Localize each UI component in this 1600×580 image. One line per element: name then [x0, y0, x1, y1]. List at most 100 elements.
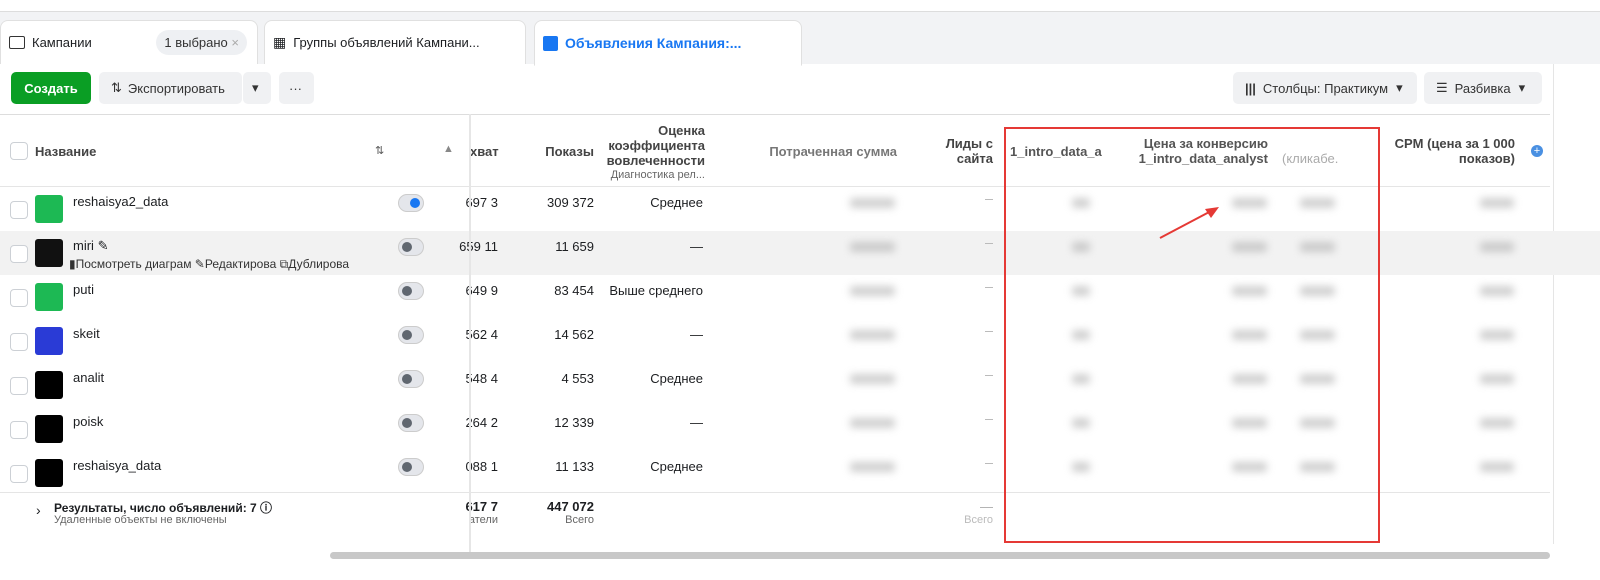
- column-leads[interactable]: Лиды с сайта: [930, 136, 993, 166]
- duplicate-icon: ⧉: [279, 257, 289, 271]
- column-name[interactable]: Название: [35, 144, 96, 159]
- highlight-box: [1004, 127, 1380, 543]
- results-note: Удаленные объекты не включены: [54, 514, 227, 526]
- ad-thumbnail: [35, 195, 63, 223]
- tab-ads[interactable]: Объявления Кампания:...: [534, 20, 802, 66]
- row-checkbox[interactable]: [10, 333, 28, 351]
- ad-thumbnail: [35, 415, 63, 443]
- chart-icon: ▮: [69, 257, 76, 271]
- more-button[interactable]: ···: [279, 72, 314, 104]
- ad-name[interactable]: poisk: [73, 414, 103, 429]
- warning-icon: ▲: [443, 143, 454, 155]
- create-button[interactable]: Создать: [11, 72, 91, 104]
- arrow-annotation: [1159, 207, 1219, 239]
- blurred-cpm: [1480, 462, 1514, 472]
- add-column-icon[interactable]: +: [1531, 145, 1543, 157]
- row-actions: ▮Посмотреть диаграм ✎Редактирова ⧉Дублир…: [69, 257, 379, 272]
- leads-dash: [985, 375, 993, 376]
- close-icon: ×: [231, 35, 239, 50]
- blurred-spent: [850, 330, 895, 340]
- blurred-spent: [850, 374, 895, 384]
- engagement-cell: —: [690, 327, 703, 342]
- blurred-spent: [850, 418, 895, 428]
- info-icon: ⓘ: [260, 501, 273, 515]
- ad-name[interactable]: reshaisya_data: [73, 458, 161, 473]
- tab-adsets[interactable]: ▦ Группы объявлений Кампани...: [264, 20, 526, 64]
- ad-name[interactable]: analit: [73, 370, 104, 385]
- selected-badge[interactable]: 1 выбрано ×: [156, 30, 247, 55]
- top-bar: [0, 0, 1600, 12]
- row-checkbox[interactable]: [10, 289, 28, 307]
- pencil-icon: ✎: [194, 257, 205, 271]
- row-checkbox[interactable]: [10, 245, 28, 263]
- blurred-cpm: [1480, 374, 1514, 384]
- engagement-cell: Среднее: [650, 195, 703, 210]
- blurred-cpm: [1480, 242, 1514, 252]
- sort-icon[interactable]: ⇅: [375, 144, 384, 157]
- ad-status-toggle[interactable]: [398, 370, 424, 388]
- breakdown-icon: ☰: [1436, 80, 1448, 95]
- ad-status-toggle[interactable]: [398, 194, 424, 212]
- total-leads-label: Всего: [964, 514, 993, 526]
- columns-button[interactable]: ||| Столбцы: Практикум ▾: [1233, 72, 1417, 104]
- pencil-icon: ✎: [97, 238, 109, 253]
- impressions-cell: 4 553: [561, 371, 594, 386]
- column-reach[interactable]: хват: [470, 144, 499, 159]
- divider: [0, 114, 1550, 115]
- blurred-cpm: [1480, 330, 1514, 340]
- impressions-cell: 11 659: [555, 239, 594, 254]
- ad-status-toggle[interactable]: [398, 326, 424, 344]
- ad-thumbnail: [35, 371, 63, 399]
- grid-icon: ▦: [273, 34, 287, 50]
- expand-chevron-icon[interactable]: ›: [36, 502, 41, 518]
- ad-name[interactable]: reshaisya2_data: [73, 194, 168, 209]
- export-icon: ⇅: [111, 80, 122, 95]
- row-checkbox[interactable]: [10, 465, 28, 483]
- breakdown-button[interactable]: ☰ Разбивка ▾: [1424, 72, 1542, 104]
- tab-campaigns[interactable]: Кампании 1 выбрано ×: [0, 20, 258, 64]
- impressions-cell: 83 454: [554, 283, 594, 298]
- leads-dash: [985, 463, 993, 464]
- row-checkbox[interactable]: [10, 201, 28, 219]
- engagement-cell: —: [690, 415, 703, 430]
- leads-dash: [985, 287, 993, 288]
- impressions-cell: 11 133: [555, 459, 594, 474]
- ad-status-toggle[interactable]: [398, 282, 424, 300]
- total-impressions: 447 072: [547, 499, 594, 514]
- row-checkbox[interactable]: [10, 377, 28, 395]
- horizontal-scrollbar[interactable]: [330, 552, 1550, 559]
- engagement-cell: Среднее: [650, 459, 703, 474]
- chevron-down-icon: ▾: [252, 80, 259, 95]
- column-spent[interactable]: Потраченная сумма: [740, 144, 897, 159]
- blurred-spent: [850, 242, 895, 252]
- engagement-cell: Среднее: [650, 371, 703, 386]
- ad-name[interactable]: skeit: [73, 326, 100, 341]
- total-impressions-label: Всего: [565, 514, 594, 526]
- leads-dash: [985, 419, 993, 420]
- ad-status-toggle[interactable]: [398, 238, 424, 256]
- ad-status-toggle[interactable]: [398, 458, 424, 476]
- impressions-cell: 14 562: [554, 327, 594, 342]
- row-checkbox[interactable]: [10, 421, 28, 439]
- export-button[interactable]: ⇅ Экспортировать: [99, 72, 242, 104]
- view-chart-link[interactable]: ▮Посмотреть диаграм: [69, 257, 191, 271]
- ad-icon: [543, 35, 558, 51]
- impressions-cell: 12 339: [554, 415, 594, 430]
- impressions-cell: 309 372: [547, 195, 594, 210]
- export-dropdown[interactable]: ▾: [243, 72, 271, 104]
- frozen-column-divider: [469, 114, 471, 554]
- chevron-down-icon: ▾: [1518, 80, 1526, 95]
- blurred-cpm: [1480, 198, 1514, 208]
- ad-name[interactable]: miri ✎: [73, 238, 108, 254]
- column-engagement[interactable]: Оценка коэффициента вовлеченности Диагнос…: [600, 123, 705, 183]
- ad-status-toggle[interactable]: [398, 414, 424, 432]
- blurred-spent: [850, 198, 895, 208]
- column-cpm[interactable]: CPM (цена за 1 000 показов): [1390, 136, 1515, 166]
- edit-link[interactable]: ✎Редактирова: [195, 257, 276, 271]
- ad-thumbnail: [35, 327, 63, 355]
- duplicate-link[interactable]: ⧉Дублирова: [280, 257, 349, 271]
- column-impressions[interactable]: Показы: [520, 144, 594, 159]
- ad-name[interactable]: puti: [73, 282, 94, 297]
- ad-thumbnail: [35, 239, 63, 267]
- select-all-checkbox[interactable]: [10, 142, 28, 160]
